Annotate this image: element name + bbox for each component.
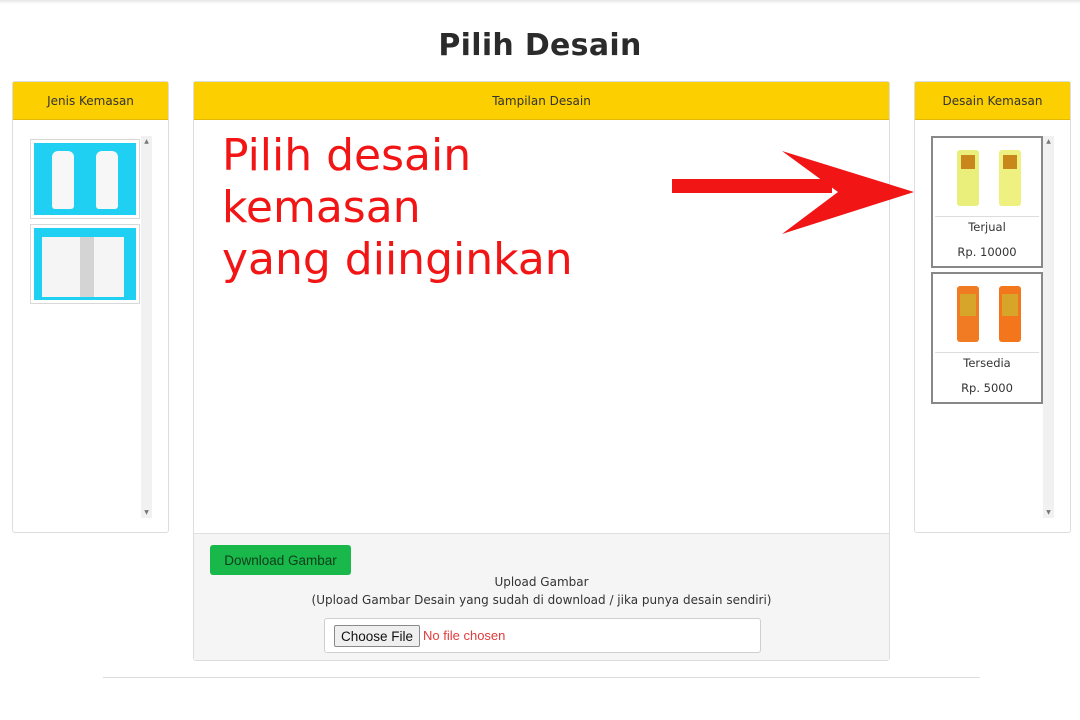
choose-file-button[interactable]: Choose File (334, 625, 421, 647)
scrollbar-left[interactable]: ▲ ▼ (141, 136, 152, 518)
desain-kemasan-panel: Desain Kemasan Terjual Rp. 10000 Tersedi… (914, 81, 1071, 533)
panel-header-desain-kemasan: Desain Kemasan (915, 82, 1070, 120)
instruction-annotation: Pilih desain kemasan yang diinginkan (222, 130, 682, 286)
upload-title: Upload Gambar (494, 575, 589, 589)
scroll-down-icon[interactable]: ▼ (141, 507, 152, 518)
design-preview-orange-icon (935, 276, 1039, 353)
upload-area: Download Gambar Upload Gambar (Upload Ga… (194, 533, 889, 660)
scroll-down-icon[interactable]: ▼ (1043, 507, 1054, 518)
jenis-kemasan-panel: Jenis Kemasan ▲ ▼ (12, 81, 169, 533)
annotation-line-2: yang diinginkan (222, 234, 573, 285)
divider (103, 677, 980, 678)
design-card-tersedia[interactable]: Tersedia Rp. 5000 (931, 272, 1043, 404)
design-name: Terjual (968, 220, 1006, 234)
design-card-terjual[interactable]: Terjual Rp. 10000 (931, 136, 1043, 268)
file-status: No file chosen (423, 628, 506, 643)
package-type-tube[interactable] (30, 139, 140, 219)
file-input[interactable]: Choose File No file chosen (324, 618, 761, 653)
design-preview-yellow-icon (935, 140, 1039, 217)
page-title: Pilih Desain (438, 28, 642, 63)
tube-pair-icon (34, 143, 136, 215)
scrollbar-right[interactable]: ▲ ▼ (1043, 136, 1054, 518)
package-type-box[interactable] (30, 224, 140, 304)
scroll-up-icon[interactable]: ▲ (1043, 136, 1054, 147)
box-pair-icon (34, 228, 136, 300)
top-shadow (0, 0, 1080, 4)
upload-subtitle: (Upload Gambar Desain yang sudah di down… (311, 593, 772, 607)
design-name: Tersedia (963, 356, 1011, 370)
red-arrow-icon (672, 151, 914, 234)
scroll-up-icon[interactable]: ▲ (141, 136, 152, 147)
design-price: Rp. 5000 (961, 381, 1013, 395)
design-price: Rp. 10000 (957, 245, 1017, 259)
annotation-line-1: Pilih desain kemasan (222, 130, 472, 233)
download-image-button[interactable]: Download Gambar (210, 545, 351, 575)
panel-header-tampilan-desain: Tampilan Desain (194, 82, 889, 120)
panel-header-jenis-kemasan: Jenis Kemasan (13, 82, 168, 120)
